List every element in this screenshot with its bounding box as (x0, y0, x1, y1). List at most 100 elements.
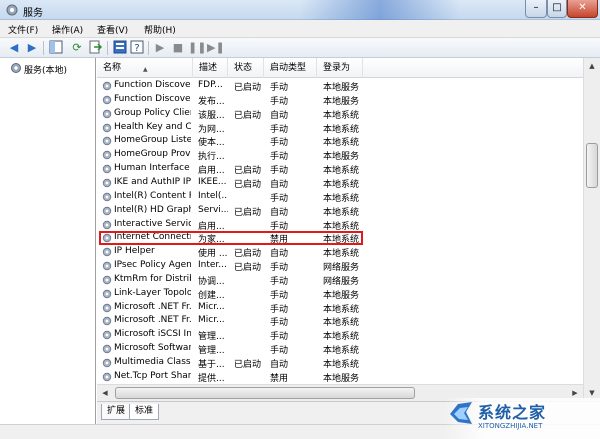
service-description: FDP... (198, 80, 223, 90)
service-startup-type: 自动 (270, 179, 289, 190)
service-name: Interactive Service... (114, 218, 191, 229)
highlight-box (99, 231, 363, 246)
service-startup-type: 手动 (270, 152, 289, 163)
pause-service-icon[interactable]: ❚❚ (188, 40, 206, 56)
table-row[interactable]: Internet Connecti...为家...禁用本地系统 (97, 231, 583, 246)
service-gear-icon (102, 220, 112, 229)
service-startup-type: 手动 (270, 276, 289, 287)
toolbar-separator (148, 41, 149, 55)
column-logon-header[interactable]: 登录为 (317, 58, 363, 78)
service-name: Net.Tcp Port Shari... (114, 370, 191, 381)
tab-standard[interactable]: 标准 (129, 404, 160, 420)
table-row[interactable]: Group Policy Client 该服... 已启动 自动 本地系统 (97, 107, 583, 121)
export-list-icon[interactable] (87, 40, 103, 56)
watermark-logo-icon (450, 402, 472, 424)
service-startup-type: 禁用 (270, 373, 289, 384)
table-row[interactable]: Function Discover... FDP... 已启动手动 本地服务 (97, 79, 583, 93)
menu-view[interactable]: 查看(V) (97, 23, 128, 36)
service-startup-type: 自动 (270, 110, 289, 121)
service-name: Group Policy Client (114, 107, 191, 118)
service-gear-icon (102, 151, 112, 160)
menu-help[interactable]: 帮助(H) (144, 23, 176, 36)
back-icon[interactable]: ◀ (6, 40, 22, 56)
show-hide-tree-icon[interactable] (48, 40, 64, 56)
table-row[interactable]: HomeGroup Liste... 使本... 手动 本地系统 (97, 134, 583, 148)
table-row[interactable]: Function Discover... 发布... 手动 本地服务 (97, 93, 583, 107)
service-name: Microsoft .NET Fr... (114, 315, 191, 326)
service-status: 已启动 (234, 83, 262, 93)
table-row[interactable]: HomeGroup Provi... 执行... 手动 本地服务 (97, 148, 583, 162)
service-description: 执行... (198, 152, 225, 163)
service-logon-as: 本地系统 (323, 207, 360, 218)
column-desc-header[interactable]: 描述 (193, 58, 228, 78)
table-row[interactable]: Intel(R) HD Graphi... Servi... 已启动自动 本地系统 (97, 204, 583, 218)
scroll-left-icon[interactable]: ◀ (97, 385, 113, 401)
table-row[interactable]: IP Helper 使用 ... 已启动 自动 本地系统 (97, 245, 583, 259)
properties-icon[interactable] (112, 40, 128, 56)
table-row[interactable]: Intel(R) Content P... Intel(... 手动 本地系统 (97, 190, 583, 204)
service-logon-as: 本地服务 (323, 290, 360, 301)
column-start-type-header[interactable]: 启动类型 (264, 58, 317, 78)
service-gear-icon (102, 289, 112, 298)
service-description: 协调... (198, 276, 225, 287)
table-row[interactable]: Link-Layer Topolo... 创建... 手动 本地服务 (97, 287, 583, 301)
service-description: 启用... (198, 166, 225, 177)
column-status-header[interactable]: 状态 (228, 58, 264, 78)
start-service-icon[interactable]: ▶ (152, 40, 168, 56)
scroll-thumb[interactable] (115, 387, 415, 399)
menu-action[interactable]: 操作(A) (52, 23, 83, 36)
toolbar: ◀ ▶ ⟳ ? ▶ ■ ❚❚ ▶❚ (0, 38, 600, 58)
close-button[interactable]: ✕ (567, 0, 598, 18)
restart-service-icon[interactable]: ▶❚ (207, 40, 225, 56)
vertical-scrollbar[interactable]: ▲ ▼ (583, 58, 600, 401)
table-row[interactable]: Human Interface ... 启用... 已启动手动 本地系统 (97, 162, 583, 176)
table-row[interactable]: Microsoft .NET Fr... Micr... 手动 本地系统 (97, 301, 583, 315)
services-gear-icon (6, 4, 18, 16)
service-name: HomeGroup Liste... (114, 135, 191, 146)
table-row[interactable]: KtmRm for Distrib... 协调... 手动 网络服务 (97, 273, 583, 287)
service-name: Microsoft Softwar... (114, 343, 191, 354)
service-gear-icon (102, 81, 112, 91)
toolbar-separator (107, 41, 108, 55)
service-startup-type: 手动 (270, 83, 289, 93)
stop-service-icon[interactable]: ■ (170, 40, 186, 56)
minimize-button[interactable]: – (525, 0, 547, 18)
table-row[interactable]: Microsoft iSCSI Ini... 管理... 手动 本地系统 (97, 328, 583, 342)
service-description: 创建... (198, 290, 225, 301)
table-row[interactable]: Microsoft .NET Fr... Micr... 手动 本地系统 (97, 314, 583, 328)
service-gear-icon (102, 303, 112, 312)
table-row[interactable]: IKE and AuthIP IPs... IKEE... 已启动自动 本地系统 (97, 176, 583, 190)
window-title: 服务 (23, 8, 43, 19)
service-name: Link-Layer Topolo... (114, 287, 191, 298)
table-row[interactable]: Microsoft Softwar... 管理... 手动 本地系统 (97, 342, 583, 356)
service-logon-as: 本地系统 (323, 360, 360, 370)
service-startup-type: 手动 (270, 263, 289, 274)
service-startup-type: 手动 (270, 221, 289, 232)
refresh-icon[interactable]: ⟳ (69, 40, 85, 56)
column-name-header[interactable]: 名称 ▲ (97, 58, 193, 78)
table-row[interactable]: IPsec Policy Agent Inter... 已启动 手动 网络服务 (97, 259, 583, 273)
service-logon-as: 本地服务 (323, 373, 360, 384)
service-name: IPsec Policy Agent (114, 260, 191, 271)
service-status: 已启动 (234, 360, 262, 370)
service-gear-icon (102, 275, 112, 285)
table-row[interactable]: Health Key and Ce... 为网... 手动 本地系统 (97, 121, 583, 135)
table-row[interactable]: Multimedia Class ... 基于... 已启动自动 本地系统 (97, 356, 583, 370)
scroll-up-icon[interactable]: ▲ (584, 58, 600, 74)
service-logon-as: 本地系统 (323, 193, 360, 204)
table-row[interactable]: Interactive Service... 启用... 手动 本地系统 (97, 218, 583, 232)
maximize-button[interactable]: □ (547, 0, 567, 18)
table-row[interactable]: Net.Tcp Port Shari... 提供... 禁用 本地服务 (97, 370, 583, 384)
forward-icon[interactable]: ▶ (24, 40, 40, 56)
help-icon[interactable]: ? (129, 40, 145, 56)
tree-node-label: 服务(本地) (24, 66, 68, 76)
toolbar-separator (43, 41, 44, 55)
service-name: HomeGroup Provi... (114, 149, 191, 160)
service-startup-type: 手动 (270, 138, 289, 149)
service-logon-as: 本地系统 (323, 332, 360, 343)
scroll-thumb[interactable] (586, 143, 598, 188)
service-startup-type: 自动 (270, 207, 289, 218)
tab-extended[interactable]: 扩展 (101, 404, 132, 420)
service-logon-as: 网络服务 (323, 276, 360, 287)
menu-file[interactable]: 文件(F) (8, 23, 38, 36)
